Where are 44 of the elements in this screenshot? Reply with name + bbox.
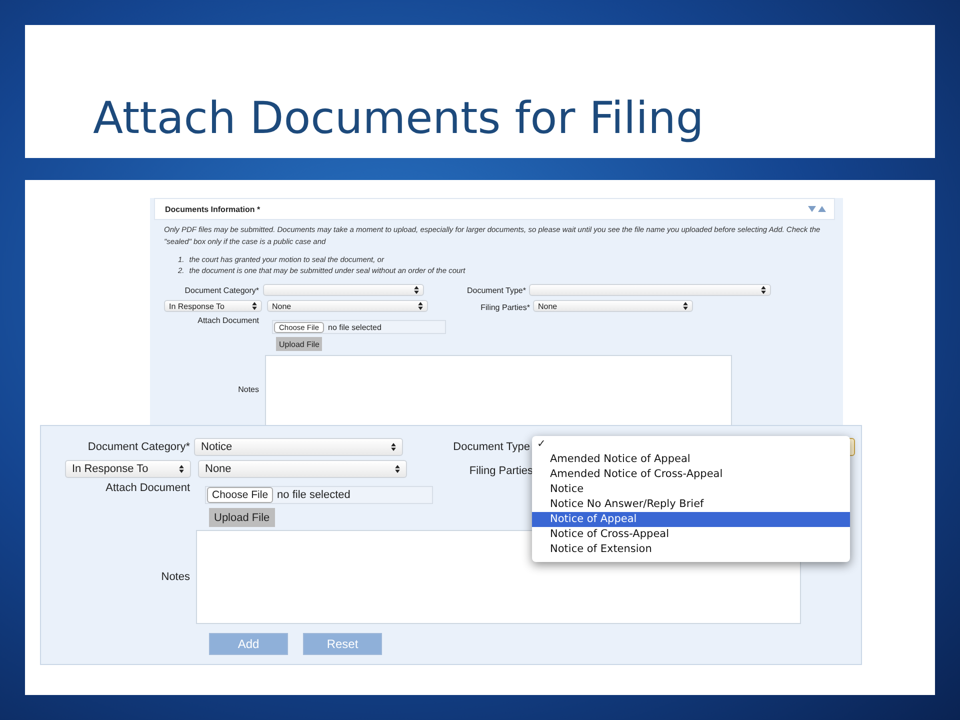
notes-field[interactable] bbox=[265, 355, 732, 425]
response-select[interactable]: None bbox=[267, 300, 428, 312]
parties-select[interactable]: None bbox=[533, 300, 693, 312]
field-label: Filing Parties bbox=[468, 464, 533, 477]
select-arrows-icon bbox=[179, 465, 184, 473]
menu-option[interactable]: Notice of Cross-Appeal bbox=[532, 527, 850, 542]
menu-option[interactable]: Amended Notice of Appeal bbox=[532, 452, 850, 467]
menu-option[interactable]: Amended Notice of Cross-Appeal bbox=[532, 467, 850, 482]
select-arrows-icon bbox=[391, 443, 396, 451]
choose-file-button[interactable]: Choose File bbox=[207, 487, 274, 503]
field-label: Document Type* bbox=[466, 286, 527, 294]
type-select[interactable] bbox=[529, 284, 771, 296]
file-status: no file selected bbox=[277, 489, 350, 501]
response-mode-select[interactable]: In Response To bbox=[164, 300, 262, 312]
check-mark: ✓ bbox=[536, 437, 547, 452]
field-label: Document Type bbox=[452, 441, 531, 453]
category-select[interactable]: Notice bbox=[194, 438, 403, 456]
field-label: Document Category* bbox=[184, 286, 260, 294]
field-label: Filing Parties* bbox=[480, 302, 531, 312]
menu-option[interactable]: Notice of Appeal bbox=[532, 512, 850, 527]
category-select[interactable] bbox=[263, 284, 424, 296]
field-label: Attach Document bbox=[196, 316, 260, 325]
menu-option[interactable]: Notice No Answer/Reply Brief bbox=[532, 497, 850, 512]
file-status: no file selected bbox=[328, 322, 382, 332]
file-field[interactable]: Choose File no file selected bbox=[205, 486, 433, 504]
field-label: Notes bbox=[160, 571, 191, 583]
upload-button[interactable]: Upload File bbox=[209, 508, 275, 527]
select-arrows-icon bbox=[414, 286, 419, 294]
select-arrows-icon bbox=[683, 302, 688, 310]
field-label: Attach Document bbox=[104, 482, 191, 494]
section-title: Documents Information * bbox=[165, 204, 260, 214]
response-select[interactable]: None bbox=[198, 460, 407, 478]
menu-option[interactable]: Notice bbox=[532, 482, 850, 497]
select-arrows-icon bbox=[761, 286, 766, 294]
select-arrows-icon bbox=[252, 302, 257, 310]
slide-title: Attach Documents for Filing bbox=[93, 93, 704, 144]
menu-option[interactable]: Notice of Extension bbox=[532, 542, 850, 557]
select-arrows-icon bbox=[395, 465, 400, 473]
select-arrows-icon bbox=[418, 302, 423, 310]
field-label: Notes bbox=[237, 384, 260, 394]
response-mode-select[interactable]: In Response To bbox=[65, 460, 191, 478]
upload-button[interactable]: Upload File bbox=[276, 337, 322, 351]
collapse-toggle-icon[interactable] bbox=[808, 206, 826, 212]
field-label: Document Category* bbox=[86, 441, 191, 453]
